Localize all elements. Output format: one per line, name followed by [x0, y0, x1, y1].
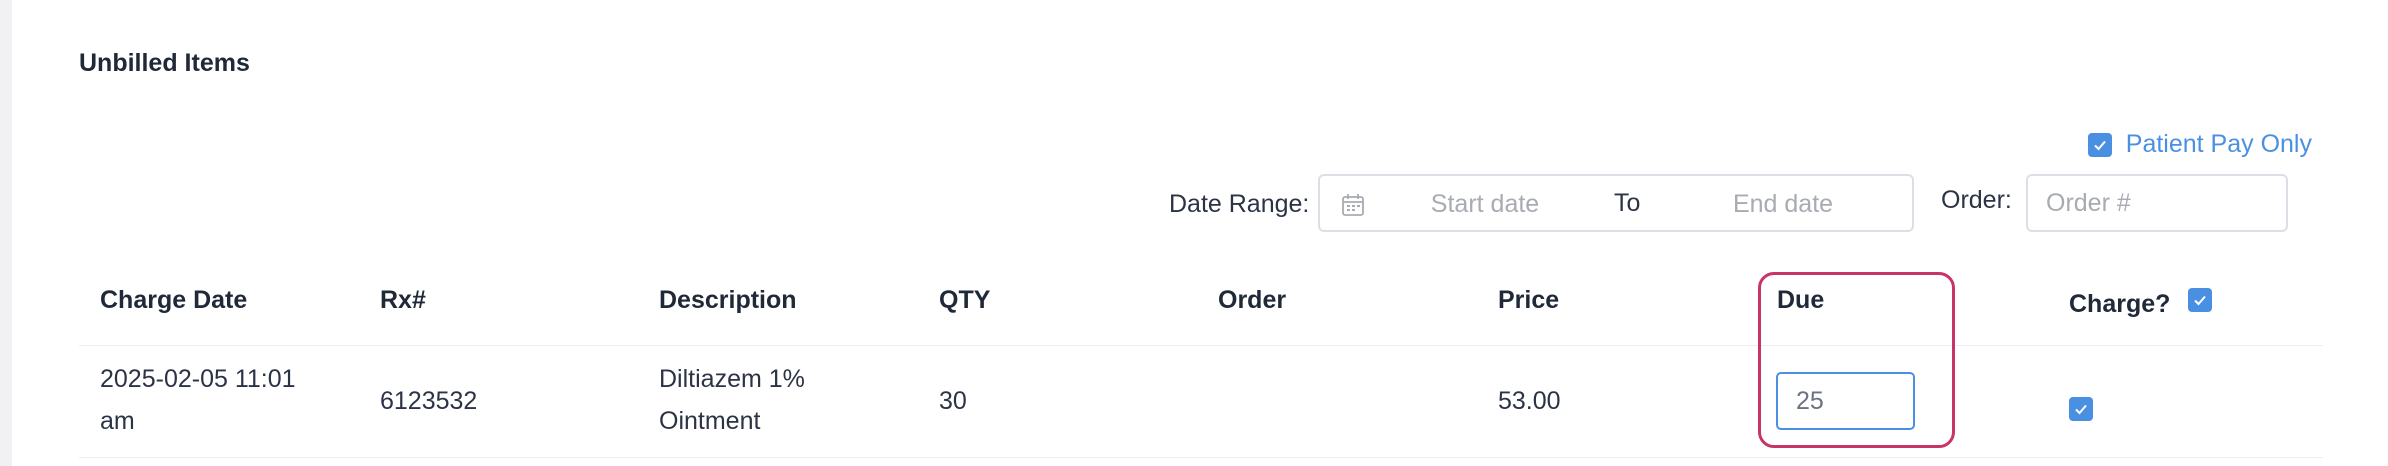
description-line1: Diltiazem 1% [659, 365, 805, 393]
column-header-rx[interactable]: Rx# [380, 286, 426, 315]
column-header-qty[interactable]: QTY [939, 286, 990, 315]
column-header-description[interactable]: Description [659, 286, 797, 315]
patient-pay-only-checkbox[interactable]: Patient Pay Only [2087, 130, 2312, 159]
date-range-picker[interactable]: To [1318, 174, 1914, 232]
description-cell: Diltiazem 1% Ointment [659, 358, 805, 442]
checkbox-checked-icon[interactable] [2087, 132, 2112, 157]
column-header-charge: Charge? [2069, 287, 2213, 319]
charge-date-line1: 2025-02-05 11:01 [100, 365, 296, 393]
end-date-input[interactable] [1678, 189, 1888, 219]
charge-header-label: Charge? [2069, 290, 2171, 318]
column-header-price[interactable]: Price [1498, 286, 1559, 315]
unbilled-items-panel: Unbilled Items Patient Pay Only Date Ran… [12, 0, 2388, 466]
column-header-charge-date[interactable]: Charge Date [100, 286, 247, 315]
description-line2: Ointment [659, 407, 761, 435]
due-amount-input[interactable] [1776, 372, 1915, 430]
column-header-order[interactable]: Order [1218, 286, 1286, 315]
charge-date-cell: 2025-02-05 11:01 am [100, 358, 296, 442]
table-header: Charge Date Rx# Description QTY Order Pr… [79, 272, 2323, 346]
rx-cell: 6123532 [380, 387, 478, 415]
order-number-input[interactable] [2026, 174, 2288, 232]
price-cell: 53.00 [1498, 387, 1561, 415]
calendar-icon [1342, 194, 1364, 216]
order-filter-label: Order: [1941, 186, 2012, 214]
column-header-due[interactable]: Due [1777, 286, 1824, 315]
patient-pay-only-label[interactable]: Patient Pay Only [2126, 130, 2312, 159]
filter-bar: Date Range: To Order: [12, 174, 2388, 232]
table-row: 2025-02-05 11:01 am 6123532 Diltiazem 1%… [79, 346, 2323, 458]
to-label: To [1614, 189, 1641, 217]
qty-cell: 30 [939, 387, 967, 415]
row-charge-checkbox[interactable] [2069, 397, 2093, 421]
unbilled-items-table: Charge Date Rx# Description QTY Order Pr… [79, 272, 2323, 458]
charge-date-line2: am [100, 407, 135, 435]
charge-all-checkbox[interactable] [2188, 287, 2213, 312]
section-title: Unbilled Items [79, 49, 250, 77]
date-range-label: Date Range: [1169, 190, 1310, 218]
start-date-input[interactable] [1380, 189, 1590, 219]
charge-cell [2069, 388, 2093, 430]
